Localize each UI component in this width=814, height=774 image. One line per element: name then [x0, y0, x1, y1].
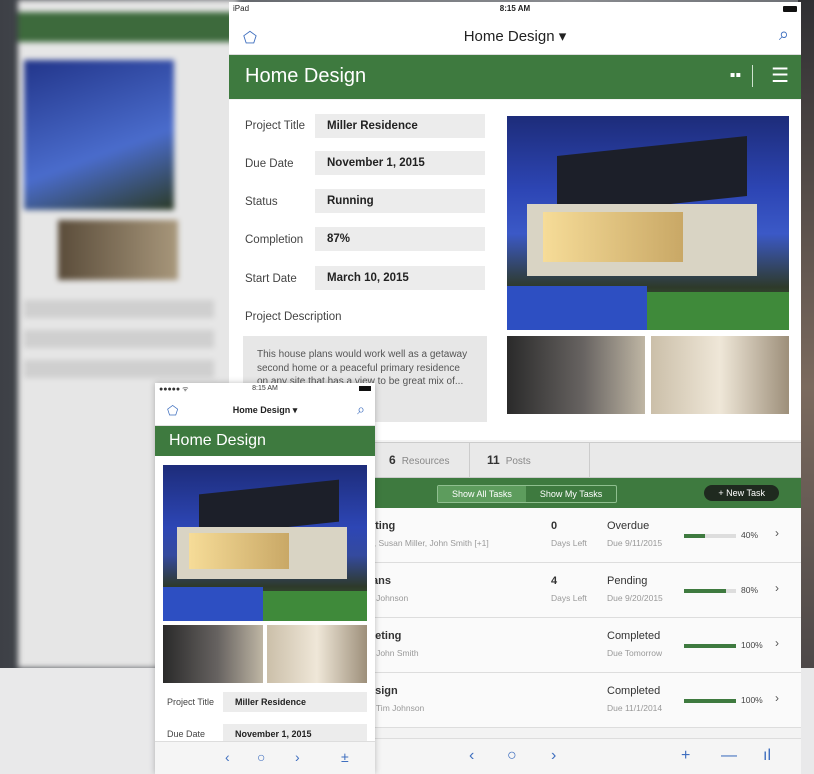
- resources-count: 6: [389, 453, 396, 467]
- task-status: Pending: [607, 575, 648, 587]
- main-photo[interactable]: [163, 465, 367, 621]
- progress-fill: [684, 534, 705, 538]
- new-task-button[interactable]: + New Task: [704, 485, 779, 501]
- posts-count: 11: [487, 453, 500, 467]
- task-filter: Show All Tasks Show My Tasks: [437, 485, 618, 503]
- page-title: Home Design: [245, 65, 367, 87]
- task-due: Due 9/11/2015: [607, 538, 663, 548]
- bottom-toolbar: ‹ ○ › ±: [155, 741, 375, 774]
- progress-bar: [684, 589, 736, 593]
- progress-percent: 100%: [741, 640, 763, 650]
- days-left: 4: [551, 575, 558, 587]
- task-people: r, John Smith: [369, 648, 419, 658]
- forward-icon[interactable]: ›: [551, 747, 556, 765]
- resources-tab[interactable]: 6 Resources: [389, 453, 450, 467]
- iphone-screen: ●●●●● ᯤ 8:15 AM ⬠ Home Design ▾ ⌕ Home D…: [155, 383, 375, 774]
- field-label: Project Title: [167, 697, 215, 707]
- progress-percent: 40%: [741, 530, 759, 540]
- task-people: n, Susan Miller, John Smith [+1]: [369, 538, 489, 548]
- status-bar: ●●●●● ᯤ 8:15 AM: [155, 383, 375, 395]
- field-label: Status: [245, 196, 278, 208]
- forward-icon[interactable]: ›: [295, 749, 300, 765]
- main-photo[interactable]: [507, 116, 789, 330]
- show-my-tasks-button[interactable]: Show My Tasks: [526, 486, 616, 502]
- task-due: Due 11/1/2014: [607, 703, 663, 713]
- completion-field[interactable]: 87%: [315, 227, 485, 251]
- nav-bar: ⬠ Home Design ▾ ⌕: [229, 16, 801, 55]
- days-left-label: Days Left: [551, 538, 587, 548]
- task-people: r, Tim Johnson: [369, 703, 425, 713]
- divider: [752, 65, 753, 87]
- status-field[interactable]: Running: [315, 189, 485, 213]
- stats-icon[interactable]: ıl: [763, 747, 771, 765]
- chevron-right-icon[interactable]: ›: [775, 636, 779, 650]
- progress-bar: [684, 534, 736, 538]
- back-icon[interactable]: ‹: [225, 749, 230, 765]
- progress-percent: 100%: [741, 695, 763, 705]
- project-switcher[interactable]: Home Design ▾: [229, 27, 801, 45]
- page-title: Home Design: [169, 432, 266, 449]
- header-bar: Home Design: [155, 426, 375, 456]
- menu-icon[interactable]: ☰: [771, 63, 789, 88]
- task-status: Completed: [607, 685, 661, 697]
- thumbnail-photo[interactable]: [163, 625, 263, 683]
- thumbnail-photo[interactable]: [267, 625, 367, 683]
- due-date-field[interactable]: November 1, 2015: [315, 151, 485, 175]
- project-title-field[interactable]: Miller Residence: [223, 692, 367, 712]
- back-icon[interactable]: ‹: [469, 747, 474, 765]
- nav-bar: ⬠ Home Design ▾ ⌕: [155, 395, 375, 426]
- progress-fill: [684, 699, 736, 703]
- posts-label: Posts: [505, 456, 531, 467]
- progress-fill: [684, 589, 726, 593]
- progress-bar: [684, 699, 736, 703]
- field-label: Start Date: [245, 273, 297, 285]
- field-label: Project Title: [245, 120, 306, 132]
- field-label: Due Date: [245, 158, 294, 170]
- header-bar: Home Design ▪▪ ☰: [229, 55, 801, 99]
- progress-fill: [684, 644, 736, 648]
- days-left-label: Days Left: [551, 593, 587, 603]
- add-icon[interactable]: +: [681, 747, 690, 765]
- show-all-tasks-button[interactable]: Show All Tasks: [438, 486, 526, 502]
- grid-icon[interactable]: ▪▪: [730, 67, 741, 85]
- circle-icon[interactable]: ○: [257, 749, 265, 765]
- minus-icon[interactable]: —: [721, 747, 737, 765]
- field-label: Completion: [245, 234, 304, 246]
- search-icon[interactable]: ⌕: [357, 401, 365, 418]
- status-time: 8:15 AM: [252, 385, 278, 392]
- task-status: Completed: [607, 630, 661, 642]
- status-bar: iPad 8:15 AM: [229, 2, 801, 16]
- task-due: Due Tomorrow: [607, 648, 663, 658]
- battery-icon: [359, 386, 371, 391]
- description-label: Project Description: [245, 311, 342, 323]
- field-label: Due Date: [167, 729, 206, 739]
- project-switcher[interactable]: Home Design ▾: [155, 405, 375, 416]
- thumbnail-photo[interactable]: [507, 336, 645, 414]
- thumbnail-photo[interactable]: [651, 336, 789, 414]
- search-icon[interactable]: ⌕: [779, 24, 789, 45]
- progress-percent: 80%: [741, 585, 759, 595]
- chevron-right-icon[interactable]: ›: [775, 581, 779, 595]
- task-status: Overdue: [607, 520, 650, 532]
- circle-icon[interactable]: ○: [507, 747, 517, 765]
- project-title-field[interactable]: Miller Residence: [315, 114, 485, 138]
- progress-bar: [684, 644, 736, 648]
- chevron-right-icon[interactable]: ›: [775, 526, 779, 540]
- task-due: Due 9/20/2015: [607, 593, 663, 603]
- status-time: 8:15 AM: [499, 4, 531, 13]
- posts-tab[interactable]: 11 Posts: [487, 453, 531, 467]
- battery-icon: [783, 6, 797, 12]
- chevron-right-icon[interactable]: ›: [775, 691, 779, 705]
- add-icon[interactable]: ±: [341, 749, 349, 765]
- days-left: 0: [551, 520, 558, 532]
- start-date-field[interactable]: March 10, 2015: [315, 266, 485, 290]
- resources-label: Resources: [401, 456, 450, 467]
